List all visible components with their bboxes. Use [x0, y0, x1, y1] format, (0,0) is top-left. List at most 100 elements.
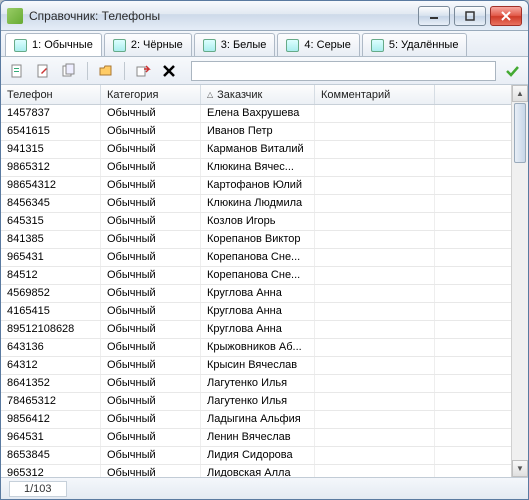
cell-phone: 78465312: [1, 393, 101, 410]
cell-category: Обычный: [101, 195, 201, 212]
tab-5-deleted[interactable]: 5: Удалённые: [362, 33, 468, 56]
table-row[interactable]: 89512108628ОбычныйКруглова Анна: [1, 321, 511, 339]
tab-2-black[interactable]: 2: Чёрные: [104, 33, 192, 56]
table-row[interactable]: 8653845ОбычныйЛидия Сидорова: [1, 447, 511, 465]
cell-category: Обычный: [101, 249, 201, 266]
tab-4-gray[interactable]: 4: Серые: [277, 33, 359, 56]
check-icon: [504, 63, 520, 79]
scroll-thumb[interactable]: [514, 103, 526, 163]
table-row[interactable]: 9865312ОбычныйКлюкина Вячес...: [1, 159, 511, 177]
close-button[interactable]: [490, 6, 522, 26]
table-row[interactable]: 643136ОбычныйКрыжовников Аб...: [1, 339, 511, 357]
import-button[interactable]: [96, 61, 116, 81]
table-row[interactable]: 98654312ОбычныйКартофанов Юлий: [1, 177, 511, 195]
table-row[interactable]: 1457837ОбычныйЕлена Вахрушева: [1, 105, 511, 123]
tab-icon: [203, 39, 216, 52]
tab-3-white[interactable]: 3: Белые: [194, 33, 276, 56]
cell-customer: Крыжовников Аб...: [201, 339, 315, 356]
cell-phone: 965431: [1, 249, 101, 266]
sort-asc-icon: △: [207, 90, 213, 99]
export-button[interactable]: [133, 61, 153, 81]
table-row[interactable]: 9856412ОбычныйЛадыгина Альфия: [1, 411, 511, 429]
table-row[interactable]: 965431ОбычныйКорепанова Сне...: [1, 249, 511, 267]
cell-comment: [315, 267, 435, 284]
cell-phone: 6541615: [1, 123, 101, 140]
cell-customer: Клюкина Вячес...: [201, 159, 315, 176]
apply-button[interactable]: [502, 61, 522, 81]
table-row[interactable]: 4569852ОбычныйКруглова Анна: [1, 285, 511, 303]
cell-phone: 8653845: [1, 447, 101, 464]
column-header-phone[interactable]: Телефон: [1, 85, 101, 104]
table-row[interactable]: 645315ОбычныйКозлов Игорь: [1, 213, 511, 231]
grid-body[interactable]: 1457837ОбычныйЕлена Вахрушева6541615Обыч…: [1, 105, 511, 477]
cell-customer: Круглова Анна: [201, 321, 315, 338]
tabs-row: 1: Обычные 2: Чёрные 3: Белые 4: Серые 5…: [1, 31, 528, 57]
column-header-customer[interactable]: △Заказчик: [201, 85, 315, 104]
edit-button[interactable]: [33, 61, 53, 81]
tab-1-ordinary[interactable]: 1: Обычные: [5, 33, 102, 56]
minimize-icon: [429, 11, 439, 21]
vertical-scrollbar[interactable]: ▲ ▼: [511, 85, 528, 477]
table-row[interactable]: 965312ОбычныйЛидовская Алла: [1, 465, 511, 477]
column-header-comment[interactable]: Комментарий: [315, 85, 435, 104]
table-row[interactable]: 8456345ОбычныйКлюкина Людмила: [1, 195, 511, 213]
tab-icon: [286, 39, 299, 52]
delete-x-icon: [161, 63, 177, 79]
table-row[interactable]: 841385ОбычныйКорепанов Виктор: [1, 231, 511, 249]
cell-phone: 643136: [1, 339, 101, 356]
cell-phone: 841385: [1, 231, 101, 248]
cell-customer: Ладыгина Альфия: [201, 411, 315, 428]
cell-category: Обычный: [101, 321, 201, 338]
folder-open-icon: [98, 63, 114, 79]
scroll-up-button[interactable]: ▲: [512, 85, 528, 102]
tab-icon: [371, 39, 384, 52]
cell-comment: [315, 465, 435, 477]
grid-wrap: Телефон Категория △Заказчик Комментарий …: [1, 85, 528, 477]
export-icon: [135, 63, 151, 79]
close-icon: [501, 11, 511, 21]
copy-button[interactable]: [59, 61, 79, 81]
search-box[interactable]: [191, 61, 496, 81]
cell-comment: [315, 429, 435, 446]
maximize-button[interactable]: [454, 6, 486, 26]
table-row[interactable]: 64312ОбычныйКрысин Вячеслав: [1, 357, 511, 375]
cell-customer: Круглова Анна: [201, 303, 315, 320]
column-header-category[interactable]: Категория: [101, 85, 201, 104]
cell-customer: Иванов Петр: [201, 123, 315, 140]
separator: [124, 62, 125, 80]
status-position: 1/103: [9, 481, 67, 497]
scroll-down-button[interactable]: ▼: [512, 460, 528, 477]
delete-button[interactable]: [159, 61, 179, 81]
titlebar[interactable]: Справочник: Телефоны: [1, 1, 528, 31]
cell-category: Обычный: [101, 447, 201, 464]
cell-category: Обычный: [101, 159, 201, 176]
tab-label: 3: Белые: [221, 39, 267, 51]
tab-label: 4: Серые: [304, 39, 350, 51]
cell-comment: [315, 303, 435, 320]
table-row[interactable]: 8641352ОбычныйЛагутенко Илья: [1, 375, 511, 393]
cell-phone: 964531: [1, 429, 101, 446]
new-button[interactable]: [7, 61, 27, 81]
cell-comment: [315, 285, 435, 302]
table-row[interactable]: 964531ОбычныйЛенин Вячеслав: [1, 429, 511, 447]
table-row[interactable]: 6541615ОбычныйИванов Петр: [1, 123, 511, 141]
table-row[interactable]: 78465312ОбычныйЛагутенко Илья: [1, 393, 511, 411]
tab-icon: [14, 39, 27, 52]
cell-phone: 1457837: [1, 105, 101, 122]
cell-phone: 8641352: [1, 375, 101, 392]
search-input[interactable]: [196, 65, 491, 77]
cell-category: Обычный: [101, 303, 201, 320]
cell-customer: Круглова Анна: [201, 285, 315, 302]
cell-category: Обычный: [101, 105, 201, 122]
window-controls: [418, 6, 522, 26]
table-row[interactable]: 941315ОбычныйКарманов Виталий: [1, 141, 511, 159]
toolbar: [1, 57, 528, 85]
table-row[interactable]: 4165415ОбычныйКруглова Анна: [1, 303, 511, 321]
cell-phone: 4165415: [1, 303, 101, 320]
cell-comment: [315, 339, 435, 356]
cell-comment: [315, 195, 435, 212]
cell-category: Обычный: [101, 141, 201, 158]
maximize-icon: [465, 11, 475, 21]
table-row[interactable]: 84512ОбычныйКорепанова Сне...: [1, 267, 511, 285]
minimize-button[interactable]: [418, 6, 450, 26]
